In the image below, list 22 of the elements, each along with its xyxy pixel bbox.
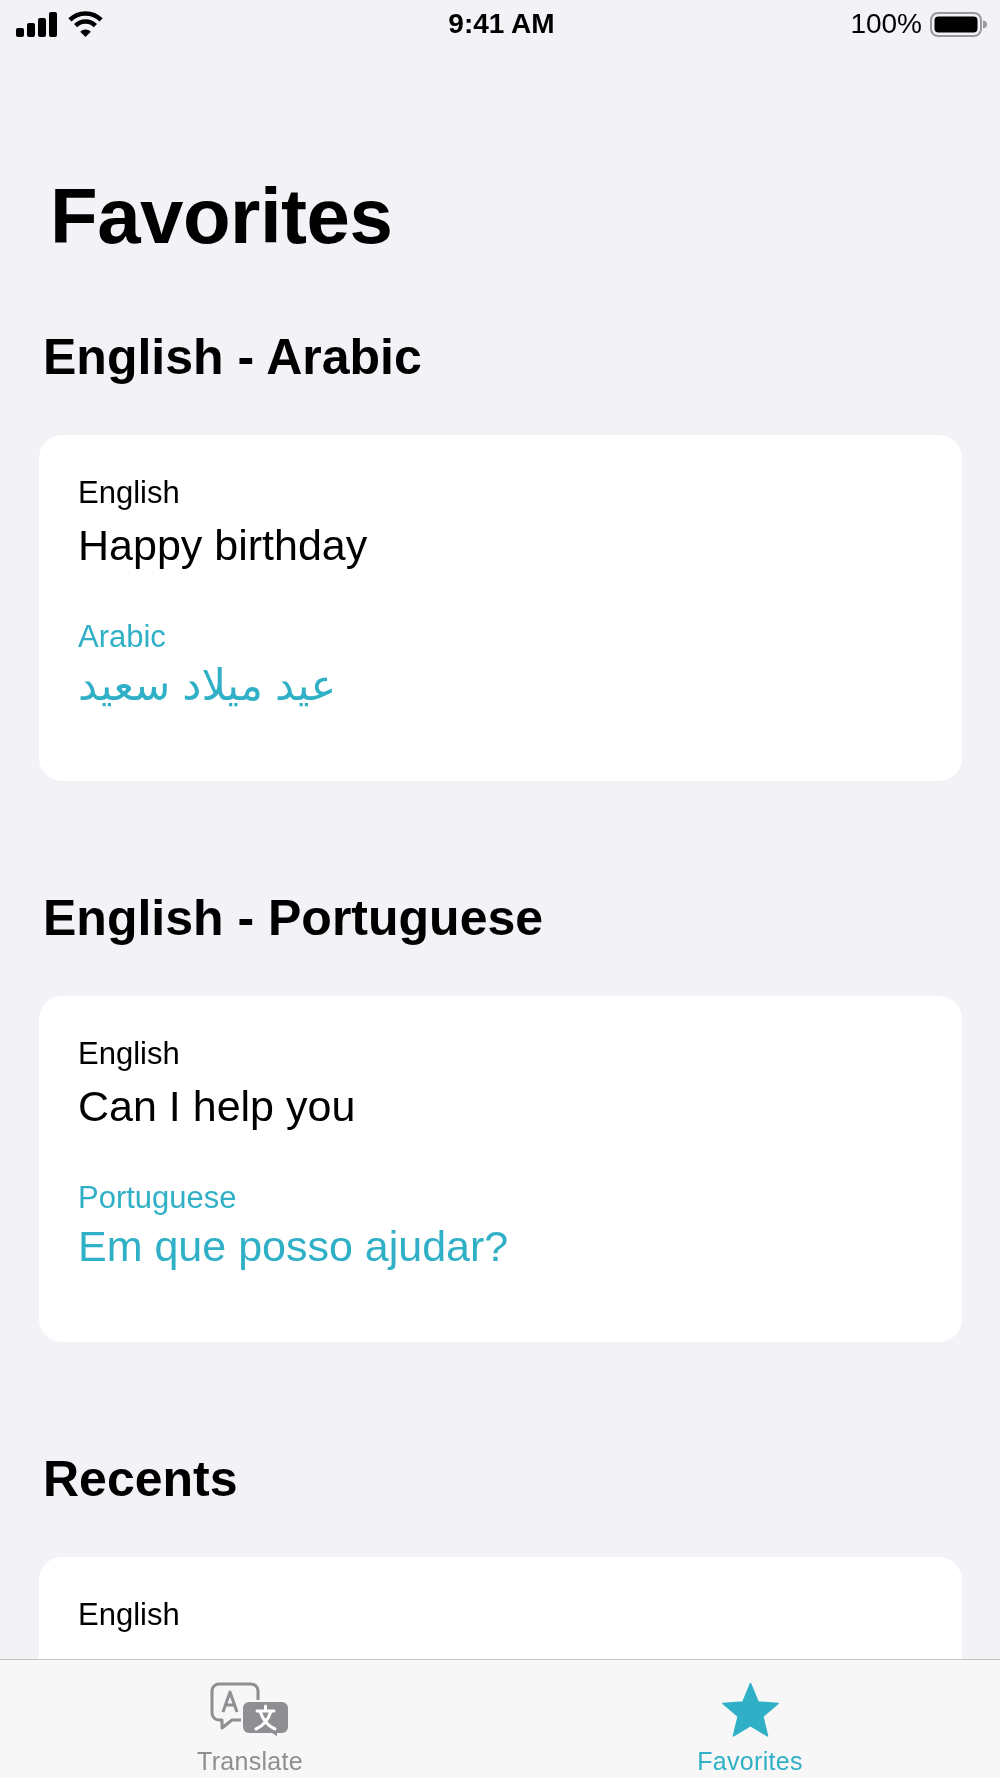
section-heading: English - Arabic bbox=[43, 328, 423, 387]
star-icon bbox=[721, 1682, 779, 1739]
battery-icon bbox=[930, 11, 987, 37]
section-heading: English - Portuguese bbox=[43, 889, 545, 948]
signal-icon bbox=[16, 11, 57, 37]
speech-bubbles-icon bbox=[210, 1682, 290, 1739]
source-text: Can I help you bbox=[78, 1081, 357, 1131]
section-heading: Recents bbox=[43, 1450, 239, 1509]
battery-percent: 100% bbox=[850, 7, 922, 41]
target-language: Arabic bbox=[78, 619, 167, 655]
source-language: English bbox=[78, 1036, 181, 1072]
translated-text: عيد ميلاد سعيد bbox=[78, 660, 338, 710]
source-language: English bbox=[78, 1597, 181, 1633]
source-language: English bbox=[78, 475, 181, 511]
translation-card[interactable]: English Can I help you Portuguese Em que posso ajudar? bbox=[39, 996, 962, 1342]
wifi-icon bbox=[67, 10, 104, 38]
target-language: Portuguese bbox=[78, 1180, 238, 1216]
status-time: 9:41 AM bbox=[448, 7, 555, 41]
translation-card[interactable]: English bbox=[39, 1557, 962, 1659]
source-text: Happy birthday bbox=[78, 520, 369, 570]
page-title: Favorites bbox=[50, 171, 394, 262]
translated-text: Em que posso ajudar? bbox=[78, 1221, 510, 1271]
